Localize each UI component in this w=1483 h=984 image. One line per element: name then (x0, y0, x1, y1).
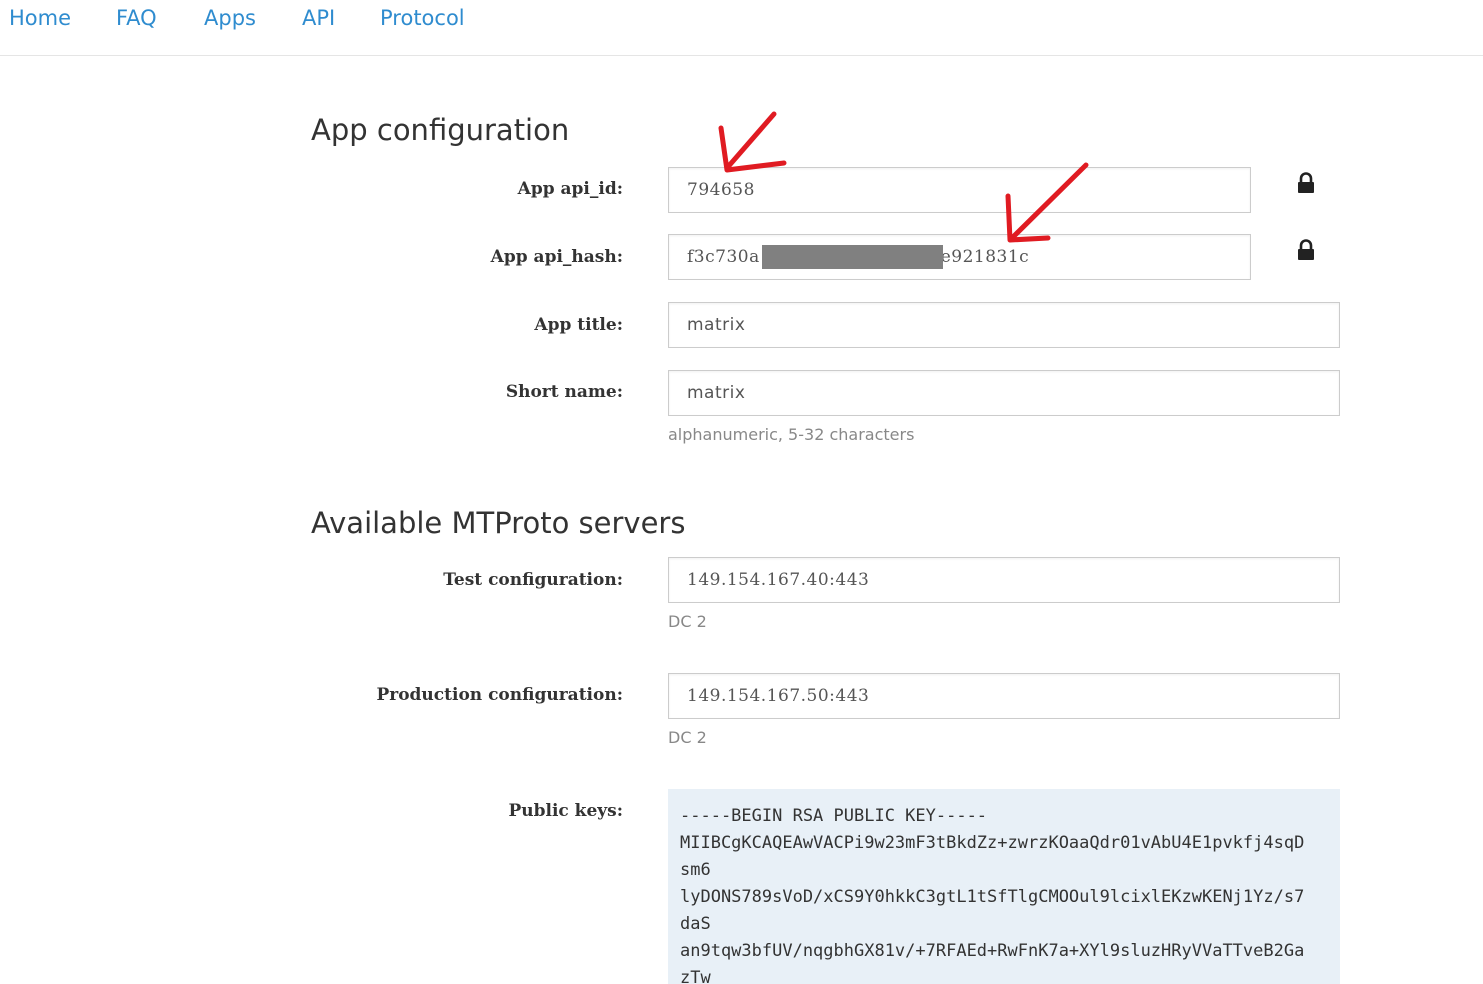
app-title-input[interactable]: matrix (668, 302, 1340, 348)
short-name-input[interactable]: matrix (668, 370, 1340, 416)
api-id-value: 794658 (687, 180, 755, 200)
nav-protocol-link[interactable]: Protocol (380, 6, 465, 30)
lock-icon (1298, 239, 1314, 260)
public-keys-label: Public keys: (508, 801, 623, 821)
public-key-line: daS (680, 914, 711, 934)
api-id-label: App api_id: (517, 179, 623, 199)
test-dc-text: DC 2 (668, 612, 707, 631)
test-configuration-field[interactable]: 149.154.167.40:443 (668, 557, 1340, 603)
page: Home FAQ Apps API Protocol App configura… (0, 0, 1483, 984)
app-configuration-heading: App configuration (311, 113, 570, 147)
top-nav: Home FAQ Apps API Protocol (0, 0, 1483, 56)
lock-icon (1298, 172, 1314, 193)
api-hash-value-end: e921831c (940, 247, 1030, 267)
annotation-arrow-api-id (718, 111, 787, 173)
public-key-line: sm6 (680, 860, 711, 880)
test-configuration-label: Test configuration: (443, 570, 623, 590)
short-name-help: alphanumeric, 5-32 characters (668, 425, 915, 444)
api-hash-value-start: f3c730a (687, 247, 760, 267)
api-hash-field[interactable]: f3c730a e921831c (668, 234, 1251, 280)
public-key-line: lyDONS789sVoD/xCS9Y0hkkC3gtL1tSfTlgCMOOu… (680, 887, 1305, 907)
public-key-line: MIIBCgKCAQEAwVACPi9w23mF3tBkdZz+zwrzKOaa… (680, 833, 1305, 853)
public-key-line: -----BEGIN RSA PUBLIC KEY----- (680, 806, 988, 826)
app-title-label: App title: (534, 315, 623, 335)
production-configuration-label: Production configuration: (376, 685, 623, 705)
mtproto-servers-heading: Available MTProto servers (311, 506, 686, 540)
test-configuration-value: 149.154.167.40:443 (687, 570, 870, 590)
public-key-line: an9tqw3bfUV/nqgbhGX81v/+7RFAEd+RwFnK7a+X… (680, 941, 1305, 961)
nav-apps-link[interactable]: Apps (204, 6, 256, 30)
production-dc-text: DC 2 (668, 728, 707, 747)
redaction-bar (762, 245, 943, 269)
app-title-value: matrix (687, 315, 746, 335)
nav-api-link[interactable]: API (302, 6, 335, 30)
production-configuration-value: 149.154.167.50:443 (687, 686, 870, 706)
api-hash-label: App api_hash: (490, 247, 623, 267)
public-key-line: zTw (680, 968, 711, 984)
production-configuration-field[interactable]: 149.154.167.50:443 (668, 673, 1340, 719)
public-key-block[interactable]: -----BEGIN RSA PUBLIC KEY----- MIIBCgKCA… (668, 789, 1340, 984)
nav-home-link[interactable]: Home (9, 6, 71, 30)
short-name-label: Short name: (505, 382, 623, 402)
api-id-field[interactable]: 794658 (668, 167, 1251, 213)
nav-faq-link[interactable]: FAQ (116, 6, 157, 30)
short-name-value: matrix (687, 383, 746, 403)
